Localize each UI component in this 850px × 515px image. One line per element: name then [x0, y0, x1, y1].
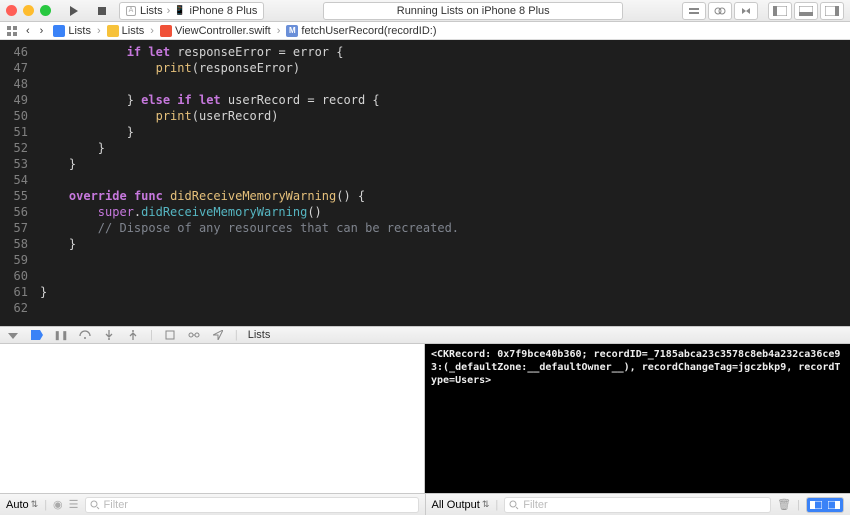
scheme-app-label: Lists [140, 5, 163, 17]
chevron-right-icon: › [97, 25, 101, 37]
pause-button[interactable]: ❚❚ [54, 330, 68, 341]
close-window-button[interactable] [6, 5, 17, 16]
swift-file-icon [160, 25, 172, 37]
show-variables-toggle[interactable] [807, 498, 825, 512]
code-content[interactable]: if let responseError = error { print(res… [34, 40, 459, 326]
clear-console-button[interactable]: 🗑 [777, 498, 791, 511]
pane-toggle[interactable] [806, 497, 844, 513]
quicklook-icon[interactable]: ◉ [53, 498, 63, 511]
console-output: <CKRecord: 0x7f9bce40b360; recordID=_718… [431, 349, 840, 386]
updown-icon: ⇅ [31, 499, 39, 510]
step-out-button[interactable] [126, 330, 140, 340]
activity-status: Running Lists on iPhone 8 Plus [270, 2, 676, 20]
nav-back-button[interactable]: ‹ [22, 25, 34, 37]
variables-filter-input[interactable]: Filter [85, 497, 419, 513]
line-gutter: 4647484950515253545556575859606162 [0, 40, 34, 326]
step-in-button[interactable] [102, 330, 116, 340]
code-editor[interactable]: 4647484950515253545556575859606162 if le… [0, 40, 850, 326]
show-console-toggle[interactable] [825, 498, 843, 512]
jumpbar-item-folder[interactable]: Lists [103, 25, 149, 37]
debug-process-label[interactable]: Lists [248, 329, 271, 341]
stop-button[interactable] [91, 2, 113, 20]
minimize-window-button[interactable] [23, 5, 34, 16]
filter-icon [90, 500, 100, 510]
debug-bar: ❚❚ | | Lists [0, 326, 850, 344]
view-debug-button[interactable] [163, 330, 177, 340]
jumpbar-item-symbol[interactable]: MfetchUserRecord(recordID:) [282, 25, 440, 37]
jumpbar-item-project[interactable]: Lists [49, 25, 95, 37]
related-items-button[interactable] [4, 22, 20, 40]
toggle-utilities-button[interactable] [820, 2, 844, 20]
editor-mode-version-button[interactable] [734, 2, 758, 20]
chevron-right-icon: › [167, 5, 171, 17]
variables-footer: Auto⇅ | ◉ ☰ Filter [0, 494, 425, 515]
step-over-button[interactable] [78, 330, 92, 340]
location-button[interactable] [211, 330, 225, 340]
status-text: Running Lists on iPhone 8 Plus [323, 2, 623, 20]
editor-mode-standard-button[interactable] [682, 2, 706, 20]
console-footer: All Output⇅ | Filter 🗑 | [425, 494, 850, 515]
scheme-selector[interactable]: A Lists › 📱 iPhone 8 Plus [119, 2, 264, 20]
variables-scope-selector[interactable]: Auto⇅ [6, 499, 38, 511]
toggle-navigator-button[interactable] [768, 2, 792, 20]
project-icon [53, 25, 65, 37]
updown-icon: ⇅ [482, 499, 490, 510]
top-toolbar: A Lists › 📱 iPhone 8 Plus Running Lists … [0, 0, 850, 22]
nav-forward-button[interactable]: › [36, 25, 48, 37]
console-output-selector[interactable]: All Output⇅ [432, 499, 490, 511]
bottom-bar: Auto⇅ | ◉ ☰ Filter All Output⇅ | Filter … [0, 493, 850, 515]
zoom-window-button[interactable] [40, 5, 51, 16]
console-filter-input[interactable]: Filter [504, 497, 771, 513]
method-icon: M [286, 25, 298, 37]
console-pane[interactable]: <CKRecord: 0x7f9bce40b360; recordID=_718… [425, 344, 850, 493]
variables-pane[interactable] [0, 344, 425, 493]
scheme-device-label: iPhone 8 Plus [190, 5, 258, 17]
hide-debug-button[interactable] [6, 330, 20, 340]
breakpoint-toggle-button[interactable] [30, 330, 44, 340]
chevron-right-icon: › [150, 25, 154, 37]
run-button[interactable] [63, 2, 85, 20]
filter-icon [509, 500, 519, 510]
print-description-icon[interactable]: ☰ [69, 498, 79, 511]
jump-bar: ‹ › Lists › Lists › ViewController.swift… [0, 22, 850, 40]
folder-icon [107, 25, 119, 37]
window-traffic-lights [6, 5, 51, 16]
jumpbar-item-file[interactable]: ViewController.swift [156, 25, 275, 37]
debug-panes: <CKRecord: 0x7f9bce40b360; recordID=_718… [0, 344, 850, 493]
memory-graph-button[interactable] [187, 330, 201, 340]
toggle-debug-area-button[interactable] [794, 2, 818, 20]
editor-mode-assistant-button[interactable] [708, 2, 732, 20]
chevron-right-icon: › [277, 25, 281, 37]
right-toolbar-group [682, 2, 844, 20]
